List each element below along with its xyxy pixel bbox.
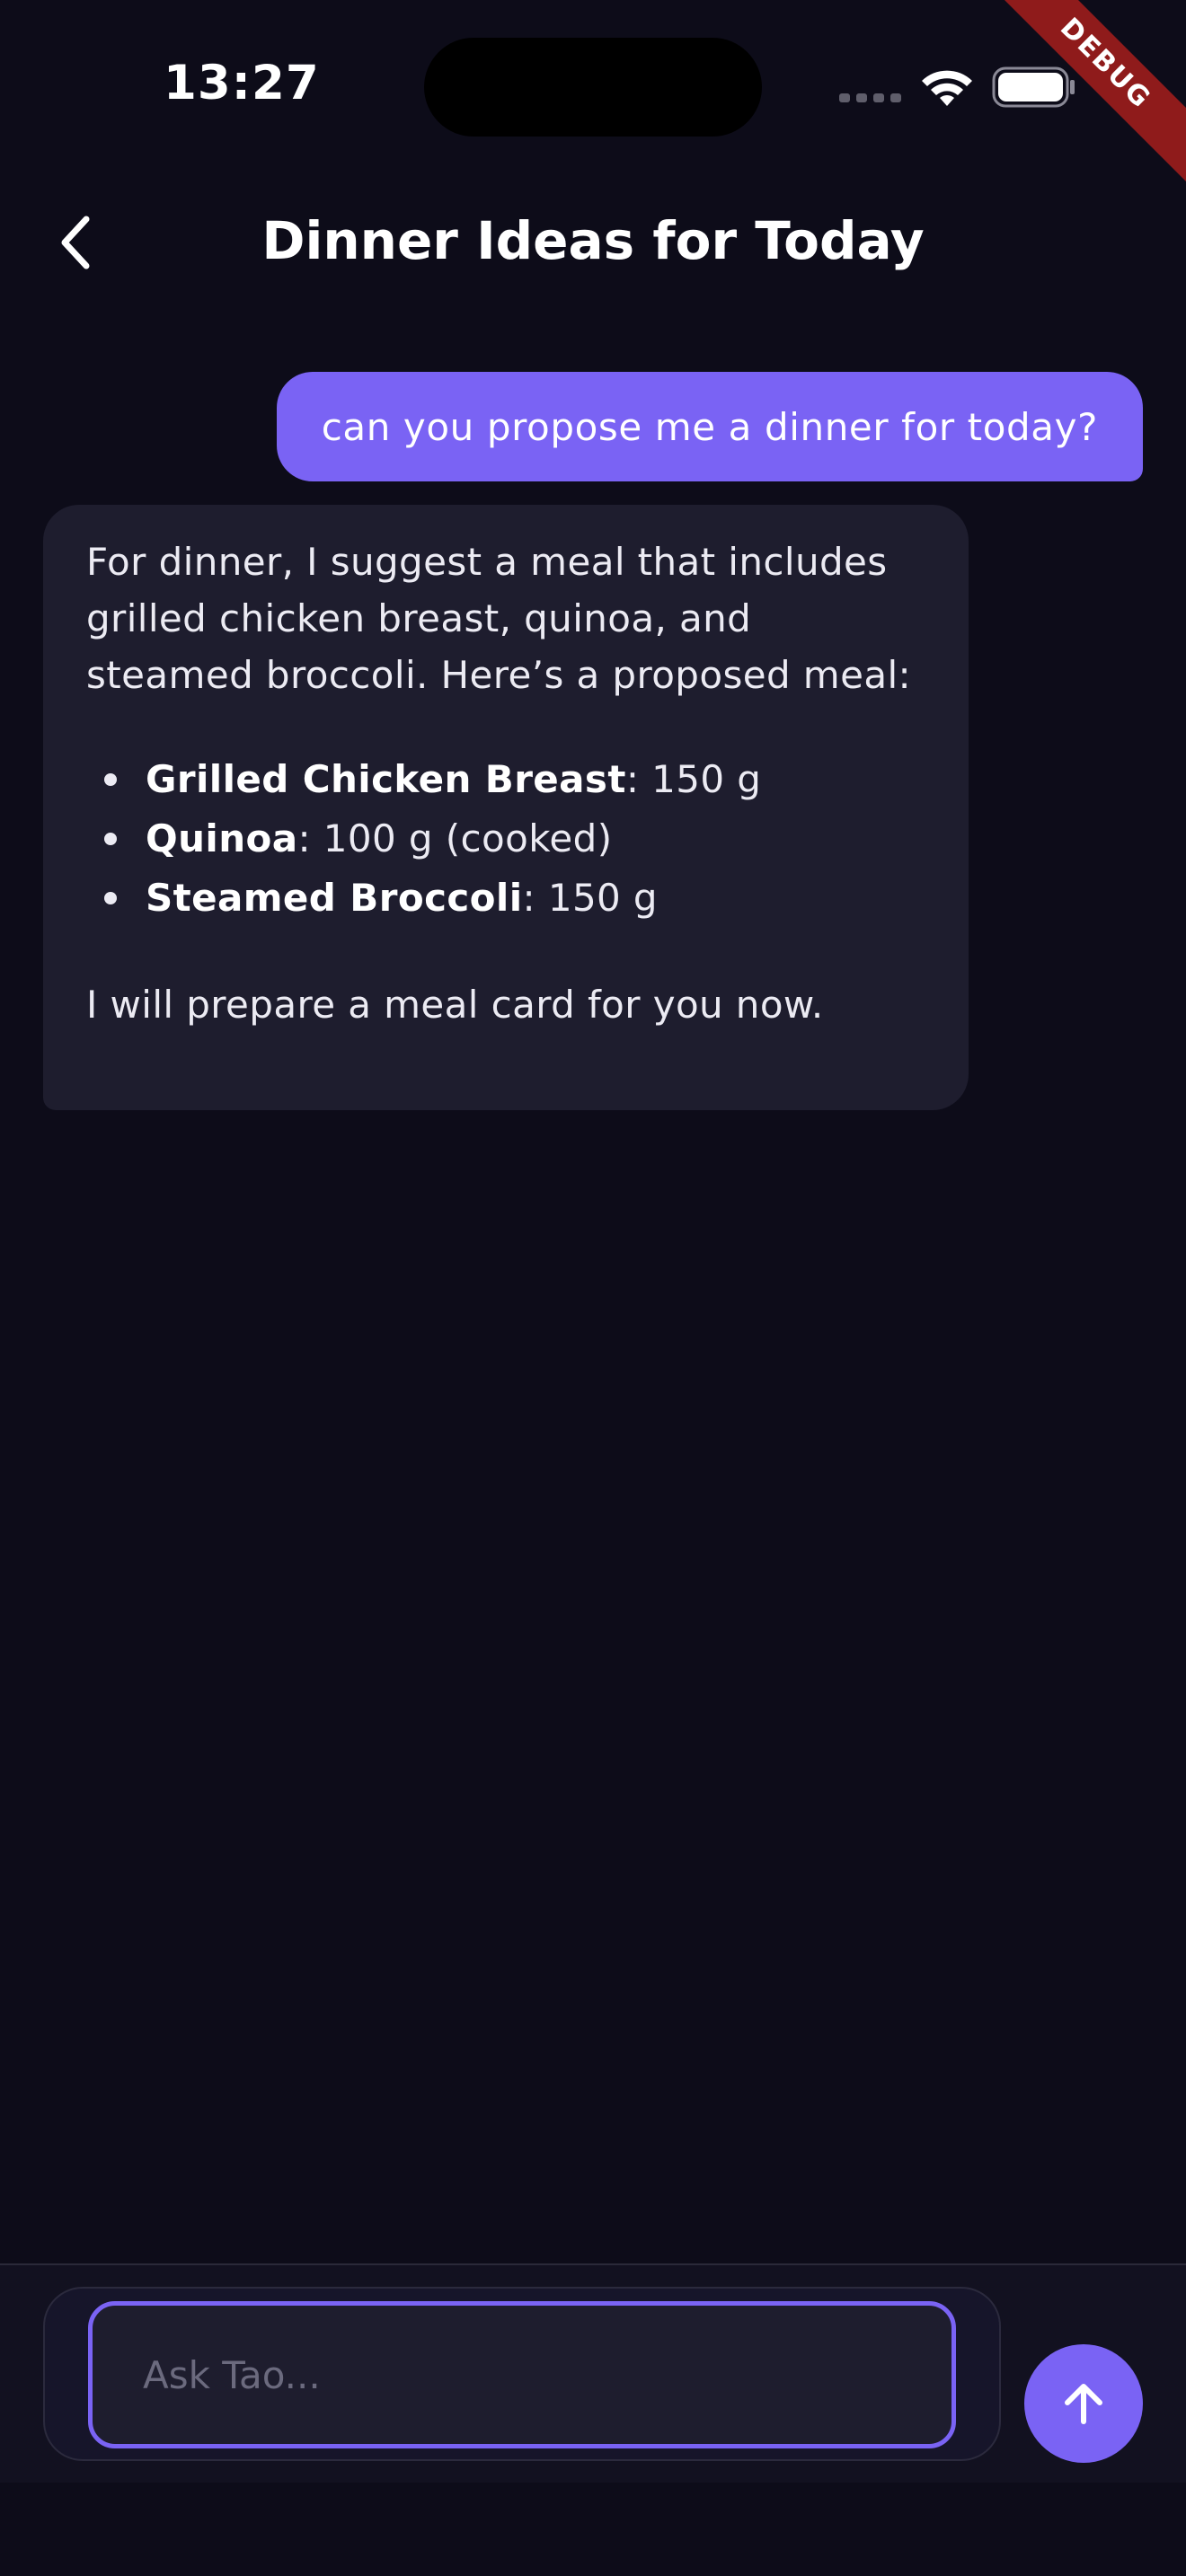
meal-item: Grilled Chicken Breast: 150 g	[86, 750, 925, 809]
meal-item-amount: : 150 g	[625, 757, 762, 801]
user-message-text: can you propose me a dinner for today?	[321, 404, 1098, 449]
meal-list: Grilled Chicken Breast: 150 g Quinoa: 10…	[86, 750, 925, 928]
status-time: 13:27	[164, 56, 320, 110]
send-button[interactable]	[1024, 2344, 1143, 2463]
meal-item-name: Grilled Chicken Breast	[146, 757, 626, 801]
meal-item: Quinoa: 100 g (cooked)	[86, 809, 925, 869]
assistant-intro-text: For dinner, I suggest a meal that includ…	[86, 540, 912, 697]
battery-icon	[992, 66, 1075, 108]
dynamic-island	[424, 38, 762, 137]
signal-icon	[839, 93, 901, 102]
arrow-up-icon	[1065, 2384, 1102, 2424]
wifi-icon	[922, 70, 972, 106]
chat-input[interactable]	[88, 2301, 956, 2448]
meal-item-amount: : 150 g	[522, 876, 658, 920]
meal-item: Steamed Broccoli: 150 g	[86, 869, 925, 928]
meal-item-name: Quinoa	[146, 816, 298, 860]
assistant-outro-text: I will prepare a meal card for you now.	[86, 983, 824, 1027]
user-message-bubble: can you propose me a dinner for today?	[276, 372, 1143, 481]
assistant-message-bubble: For dinner, I suggest a meal that includ…	[43, 505, 969, 1110]
meal-item-amount: : 100 g (cooked)	[297, 816, 613, 860]
chat-screen: 13:27 DEBUG Dinner Ideas for Today can y…	[0, 0, 1186, 2576]
page-title: Dinner Ideas for Today	[261, 210, 925, 271]
meal-item-name: Steamed Broccoli	[146, 876, 523, 920]
